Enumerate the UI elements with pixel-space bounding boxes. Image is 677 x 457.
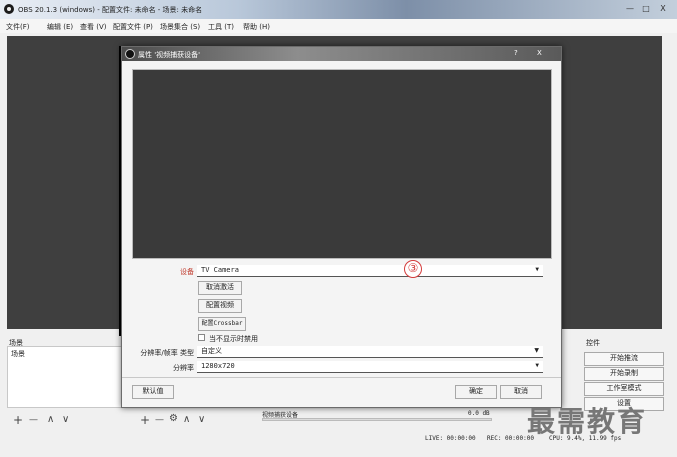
title-bar: OBS 20.1.3 (windows) - 配置文件: 未命名 - 场景: 未… [0,0,677,19]
device-value: TV Camera [201,266,239,274]
live-status: LIVE: 00:00:00 [425,435,476,442]
help-button[interactable]: ? [514,49,518,57]
dialog-title-bar: 属性 '视频捕获设备' ? X [122,47,561,61]
deactivate-when-hidden-checkbox[interactable] [198,334,205,341]
menu-bar: 文件(F) 编辑 (E) 查看 (V) 配置文件 (P) 场景集合 (S) 工具… [0,19,677,33]
resolution-type-label: 分辨率/帧率 类型 [140,349,194,357]
source-settings-icon[interactable]: ⚙ [169,413,178,424]
studio-mode-button[interactable]: 工作室模式 [584,382,664,396]
remove-scene-button[interactable]: — [29,415,38,425]
properties-dialog: 属性 '视频捕获设备' ? X 设备 TV Camera ▼ 取消激活 配置视频… [121,46,562,408]
video-preview [132,69,552,259]
menu-help[interactable]: 帮助 (H) [243,22,270,32]
divider [122,377,561,378]
resolution-label: 分辨率 [173,364,194,372]
resolution-value: 1280x720 [201,362,235,370]
chevron-down-icon: ▼ [535,362,539,369]
start-recording-button[interactable]: 开始录制 [584,367,664,381]
resolution-select[interactable]: 1280x720 ▼ [197,361,543,373]
menu-edit[interactable]: 编辑 (E) [47,22,73,32]
menu-profile[interactable]: 配置文件 (P) [113,22,153,32]
move-source-up-button[interactable]: ∧ [183,414,190,425]
watermark-text: 最需教育 [527,405,648,438]
step-marker-badge: ③ [404,260,422,278]
device-select[interactable]: TV Camera ▼ [197,265,543,277]
mixer-level: 0.0 dB [468,410,490,417]
start-streaming-button[interactable]: 开始推流 [584,352,664,366]
remove-source-button[interactable]: — [155,415,164,425]
device-label: 设备 [180,268,194,276]
obs-logo-icon [4,4,14,14]
menu-scene-collection[interactable]: 场景集合 (S) [160,22,200,32]
resolution-type-value: 自定义 [201,347,222,355]
configure-crossbar-button[interactable]: 配置Crossbar [198,317,246,331]
configure-video-button[interactable]: 配置视频 [198,299,242,313]
ok-button[interactable]: 确定 [455,385,497,399]
move-scene-up-button[interactable]: ∧ [47,414,54,425]
add-scene-button[interactable]: + [13,413,23,427]
menu-view[interactable]: 查看 (V) [80,22,106,32]
obs-logo-icon [125,49,135,59]
close-button[interactable]: X [655,3,671,15]
add-source-button[interactable]: + [140,413,150,427]
maximize-button[interactable]: □ [638,3,654,15]
cancel-button[interactable]: 取消 [500,385,542,399]
scenes-list[interactable]: 场景 [7,346,122,408]
scene-item[interactable]: 场景 [11,349,25,359]
minimize-button[interactable]: — [622,3,638,15]
chevron-down-icon: ▼ [535,266,539,273]
move-source-down-button[interactable]: ∨ [198,414,205,425]
deactivate-button[interactable]: 取消激活 [198,281,242,295]
dialog-close-button[interactable]: X [537,49,542,57]
window-title: OBS 20.1.3 (windows) - 配置文件: 未命名 - 场景: 未… [18,6,203,14]
deactivate-when-hidden-label: 当不显示时禁用 [209,335,258,343]
move-scene-down-button[interactable]: ∨ [62,414,69,425]
menu-tools[interactable]: 工具 (T) [208,22,234,32]
defaults-button[interactable]: 默认值 [132,385,174,399]
volume-meter [262,418,492,421]
resolution-type-select[interactable]: 自定义 ▼ [197,346,543,358]
dialog-title: 属性 '视频捕获设备' [138,51,201,59]
menu-file[interactable]: 文件(F) [6,22,30,32]
chevron-down-icon: ▼ [534,347,539,354]
